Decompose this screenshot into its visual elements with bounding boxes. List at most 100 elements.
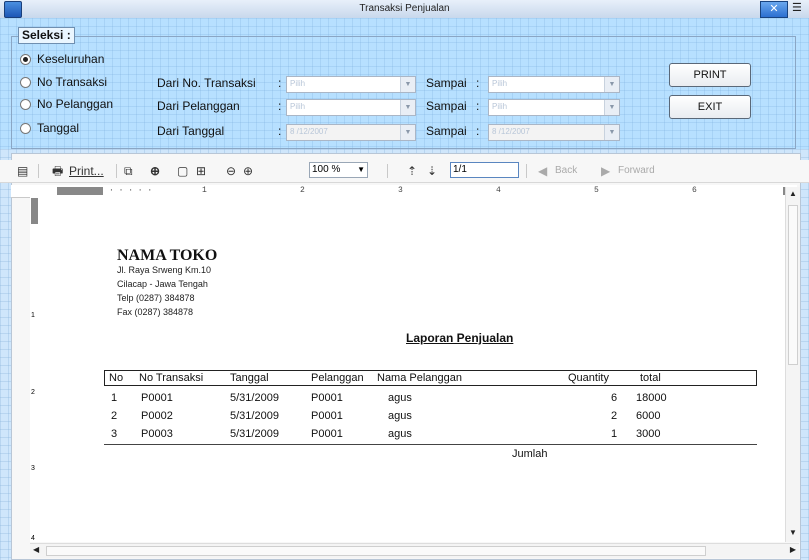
- multi-page-icon[interactable]: ⊞: [196, 163, 206, 179]
- to-no-transaksi-select[interactable]: Pilih ▼: [488, 76, 620, 93]
- window-title: Transaksi Penjualan: [359, 3, 450, 14]
- zoom-in-icon[interactable]: ⊕: [243, 163, 253, 179]
- page-up-icon[interactable]: ⇡: [407, 163, 417, 179]
- exit-button[interactable]: EXIT: [669, 95, 751, 119]
- radio-label-no-transaksi: No Transaksi: [37, 75, 108, 89]
- ruler-ticks: · · · · ·: [109, 186, 153, 195]
- table-cell: 2: [611, 410, 618, 422]
- scroll-right-icon[interactable]: ▶: [790, 545, 796, 554]
- radio-tanggal[interactable]: Tanggal: [20, 120, 79, 136]
- table-cell: P0001: [311, 392, 343, 404]
- find-icon[interactable]: ⊕: [150, 163, 160, 179]
- radio-unchecked-icon[interactable]: [20, 98, 31, 110]
- print-menu-button[interactable]: Print...: [69, 163, 104, 179]
- chevron-down-icon[interactable]: ▼: [400, 77, 415, 92]
- store-phone: Telp (0287) 384878: [117, 293, 195, 303]
- table-cell: P0001: [311, 428, 343, 440]
- zoom-out-icon[interactable]: ⊖: [226, 163, 236, 179]
- printer-icon[interactable]: 🖶: [52, 163, 63, 179]
- scrollbar-thumb[interactable]: [788, 205, 798, 365]
- radio-unchecked-icon[interactable]: [20, 122, 31, 134]
- selection-group-title: Seleksi :: [18, 27, 75, 44]
- chevron-down-icon[interactable]: ▼: [604, 125, 619, 140]
- ruler-number: 3: [31, 465, 35, 472]
- ruler-number: 4: [31, 535, 35, 542]
- from-pelanggan-label: Dari Pelanggan: [157, 99, 240, 113]
- colon: :: [476, 99, 480, 113]
- column-header: Tanggal: [230, 372, 269, 384]
- ruler-number: 3: [398, 186, 403, 195]
- single-page-icon[interactable]: ▢: [177, 163, 188, 179]
- scroll-down-icon[interactable]: ▼: [786, 528, 800, 540]
- forward-icon[interactable]: ▶: [601, 163, 610, 179]
- chevron-down-icon[interactable]: ▼: [400, 100, 415, 115]
- to-tanggal-date-picker[interactable]: 8 /12/2007 ▼: [488, 124, 620, 141]
- from-no-transaksi-label: Dari No. Transaksi: [157, 76, 256, 90]
- radio-keseluruhan[interactable]: Keseluruhan: [20, 51, 104, 67]
- radio-unchecked-icon[interactable]: [20, 76, 31, 88]
- table-cell: 1: [611, 428, 618, 440]
- to-tanggal-label: Sampai: [426, 124, 467, 138]
- toolbar-separator: [38, 164, 39, 178]
- vertical-scrollbar[interactable]: ▲ ▼: [785, 187, 800, 542]
- table-cell: 18000: [636, 392, 667, 404]
- radio-no-pelanggan[interactable]: No Pelanggan: [20, 96, 113, 112]
- report-toolbar: ▤ 🖶 Print... ⧉ ⊕ ▢ ⊞ ⊖ ⊕ 100 % ▼ ⇡ ⇣ 1/1…: [0, 160, 809, 183]
- page-number-input[interactable]: 1/1: [450, 162, 519, 178]
- ruler-margin-marker: [57, 187, 103, 195]
- ruler-margin-marker: [31, 198, 38, 224]
- ruler-number: 5: [594, 186, 599, 195]
- chevron-down-icon[interactable]: ▼: [400, 125, 415, 140]
- table-cell: P0002: [141, 410, 173, 422]
- zoom-select[interactable]: 100 % ▼: [309, 162, 368, 178]
- horizontal-scrollbar[interactable]: ◀ ▶: [30, 543, 799, 558]
- table-cell: 6000: [636, 410, 661, 422]
- scroll-up-icon[interactable]: ▲: [786, 189, 800, 201]
- column-header: Pelanggan: [311, 372, 364, 384]
- scrollbar-thumb[interactable]: [46, 546, 706, 556]
- table-cell: 1: [111, 392, 118, 404]
- to-no-transaksi-label: Sampai: [426, 76, 467, 90]
- total-label: Jumlah: [512, 448, 548, 460]
- select-value: 8 /12/2007: [492, 127, 530, 136]
- colon: :: [476, 76, 480, 90]
- copy-icon[interactable]: ⧉: [124, 163, 133, 179]
- from-pelanggan-select[interactable]: Pilih ▼: [286, 99, 416, 116]
- ruler-number: 2: [300, 186, 305, 195]
- menu-icon[interactable]: ☰: [792, 2, 806, 15]
- print-button[interactable]: PRINT: [669, 63, 751, 87]
- colon: :: [476, 124, 480, 138]
- toolbar-separator: [387, 164, 388, 178]
- column-header: No Transaksi: [139, 372, 204, 384]
- chevron-down-icon[interactable]: ▼: [357, 163, 365, 177]
- page-down-icon[interactable]: ⇣: [427, 163, 437, 179]
- back-button-label[interactable]: Back: [555, 163, 577, 179]
- chevron-down-icon[interactable]: ▼: [604, 100, 619, 115]
- table-cell: P0001: [141, 392, 173, 404]
- to-pelanggan-label: Sampai: [426, 99, 467, 113]
- back-icon[interactable]: ◀: [538, 163, 547, 179]
- tree-toggle-icon[interactable]: ▤: [17, 163, 28, 179]
- table-cell: 5/31/2009: [230, 392, 279, 404]
- ruler-number: 2: [31, 389, 35, 396]
- from-no-transaksi-select[interactable]: Pilih ▼: [286, 76, 416, 93]
- radio-no-transaksi[interactable]: No Transaksi: [20, 74, 107, 90]
- column-header: total: [640, 372, 661, 384]
- select-value: Pilih: [290, 79, 306, 88]
- ruler-number: 6: [692, 186, 697, 195]
- ruler-number: 1: [202, 186, 207, 195]
- colon: :: [278, 76, 282, 90]
- scroll-left-icon[interactable]: ◀: [33, 545, 39, 554]
- from-tanggal-date-picker[interactable]: 8 /12/2007 ▼: [286, 124, 416, 141]
- from-tanggal-label: Dari Tanggal: [157, 124, 225, 138]
- table-cell: P0003: [141, 428, 173, 440]
- ruler-number: 1: [31, 312, 35, 319]
- table-bottom-border: [104, 444, 757, 445]
- close-icon[interactable]: ✕: [760, 1, 788, 18]
- forward-button-label[interactable]: Forward: [618, 163, 655, 179]
- colon: :: [278, 99, 282, 113]
- radio-checked-icon[interactable]: [20, 53, 31, 65]
- chevron-down-icon[interactable]: ▼: [604, 77, 619, 92]
- to-pelanggan-select[interactable]: Pilih ▼: [488, 99, 620, 116]
- store-name: NAMA TOKO: [117, 247, 218, 264]
